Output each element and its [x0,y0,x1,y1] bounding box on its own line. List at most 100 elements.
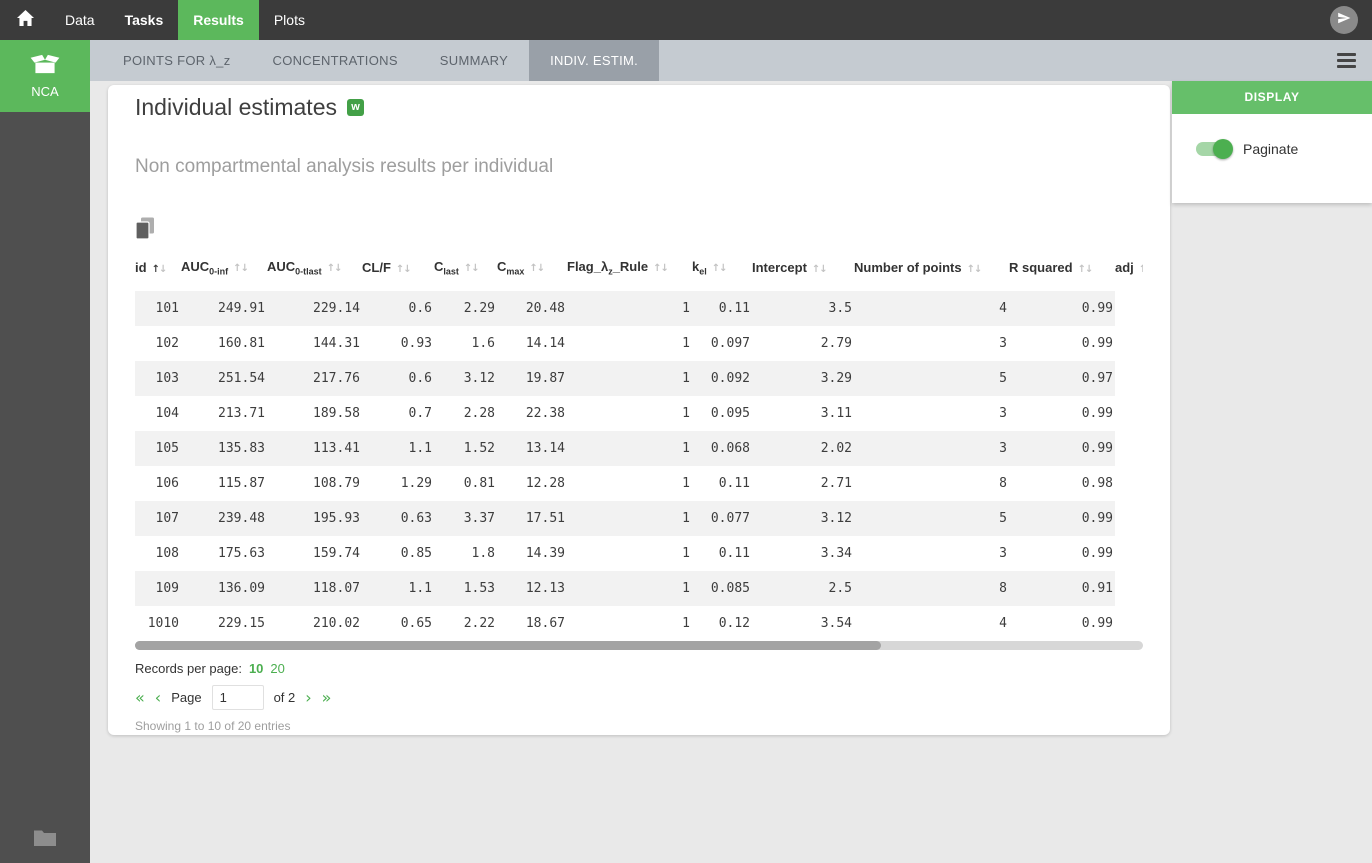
table-cell: 0.068 [710,440,750,456]
table-cell: 0.99 [1081,545,1113,561]
app-window: Data Tasks Results Plots NCA POINTS FOR … [0,0,1372,863]
column-header-r-squared[interactable]: R squared ↑↓ [1009,246,1115,291]
table-cell: 0.6 [408,370,432,386]
table-cell: 144.31 [313,335,360,351]
table-row: 109 136.09 118.07 1.1 1.53 12.13 1 0.085 2.5 8 0.9… [135,570,1143,606]
column-header-id[interactable]: id ↑↓ [135,246,181,291]
sort-icon[interactable]: ↑↓ [529,263,545,274]
table-cell: 0.93 [400,335,432,351]
prev-page-icon[interactable]: ‹ [155,689,161,706]
sort-icon[interactable]: ↑↓ [152,264,168,275]
tab-points-for-lambda-z[interactable]: POINTS FOR λ_z [102,40,252,81]
paper-plane-icon [1337,11,1351,30]
table-cell: 18.67 [525,615,565,631]
sort-icon[interactable]: ↑↓ [967,264,983,275]
table-cell: 0.81 [463,475,495,491]
sort-icon[interactable]: ↑↓ [653,263,669,274]
paginate-toggle-knob [1213,139,1233,159]
page-size-20[interactable]: 20 [270,661,284,676]
copy-icon[interactable] [135,217,157,240]
records-per-page-label: Records per page: [135,660,242,676]
column-header-intercept[interactable]: Intercept ↑↓ [752,246,854,291]
page-number-input[interactable] [211,685,264,711]
table-cell: 0.85 [400,545,432,561]
module-badge-nca[interactable]: NCA [0,40,90,112]
column-header-number-of-points[interactable]: Number of points ↑↓ [854,246,1009,291]
table-cell: 210.02 [313,615,360,631]
table-cell: 3 [999,335,1007,351]
table-row: 108 175.63 159.74 0.85 1.8 14.39 1 0.11 3.34 3 0.9… [135,536,1143,571]
table-cell: 0.097 [710,335,750,351]
table-cell: 108.79 [313,475,360,491]
table-cell: 0.7 [408,405,432,421]
last-page-icon[interactable]: » [322,689,332,706]
main-nav: Data Tasks Results Plots [50,0,320,40]
table-row: 104 213.71 189.58 0.7 2.28 22.38 1 0.095 3.11 3 0.… [135,396,1143,431]
page-of-label: of 2 [273,690,296,706]
table-cell: 19.87 [525,370,565,386]
table-cell: 239.48 [218,510,265,526]
box-open-icon [30,53,60,79]
sort-icon[interactable]: ↑↓ [1139,264,1143,275]
first-page-icon[interactable]: « [135,689,145,706]
table-cell: 1 [682,615,690,631]
sort-icon[interactable]: ↑↓ [1078,264,1094,275]
paginate-toggle-label: Paginate [1243,141,1299,157]
menu-hamburger-icon[interactable] [1337,50,1356,72]
sort-icon[interactable]: ↑↓ [712,263,728,274]
word-export-icon[interactable]: w [347,98,364,116]
table-cell: 0.99 [1081,300,1113,316]
table-cell: 251.54 [218,370,265,386]
sort-icon[interactable]: ↑↓ [233,263,249,274]
nav-item-data[interactable]: Data [50,0,110,40]
folder-icon[interactable] [34,829,56,851]
sort-icon[interactable]: ↑↓ [327,263,343,274]
table-cell: 1.8 [471,545,495,561]
table-row: 105 135.83 113.41 1.1 1.52 13.14 1 0.068 2.02 3 0.… [135,430,1143,466]
table-cell: 160.81 [218,335,265,351]
table-cell: 1.52 [463,440,495,456]
paginate-toggle[interactable] [1196,139,1233,159]
horizontal-scrollbar[interactable] [135,640,1143,650]
table-cell: 3 [999,405,1007,421]
sort-icon[interactable]: ↑↓ [396,264,412,275]
tab-indiv-estim[interactable]: INDIV. ESTIM. [529,40,660,81]
table-cell: 0.99 [1081,615,1113,631]
table-cell: 0.91 [1081,580,1113,596]
table-cell: 1.6 [471,335,495,351]
table-cell: 20.48 [525,300,565,316]
column-header-cl-f[interactable]: CL/F ↑↓ [362,246,434,291]
sort-icon[interactable]: ↑↓ [464,263,480,274]
display-panel-header: DISPLAY [1172,81,1372,114]
column-header-adj[interactable]: adj↑↓ [1115,246,1143,291]
table-cell: 108 [155,545,179,561]
home-button[interactable] [0,0,50,40]
table-cell: 0.98 [1081,475,1113,491]
table-cell: 1.1 [408,580,432,596]
column-header-auc-0-tlast[interactable]: AUC0-tlast ↑↓ [267,246,362,291]
table-cell: 5 [999,510,1007,526]
sort-icon[interactable]: ↑↓ [812,264,828,275]
column-header-c-max[interactable]: Cmax ↑↓ [497,246,567,291]
table-cell: 1.29 [400,475,432,491]
column-header-flag-lambda-z-rule[interactable]: Flag_λz_Rule ↑↓ [567,246,692,291]
scrollbar-thumb[interactable] [135,640,881,650]
table-cell: 118.07 [313,580,360,596]
tab-concentrations[interactable]: CONCENTRATIONS [252,40,419,81]
nav-item-results[interactable]: Results [178,0,259,40]
table-row: 103 251.54 217.76 0.6 3.12 19.87 1 0.092 3.29 5 0.… [135,360,1143,396]
feedback-send-button[interactable] [1330,6,1358,34]
column-header-auc-0-inf[interactable]: AUC0-inf ↑↓ [181,246,267,291]
column-header-k-el[interactable]: kel ↑↓ [692,246,752,291]
table-container: id ↑↓ AUC0-inf ↑↓ AUC0-tlast ↑↓ CL/F ↑↓ Clast ↑↓ C… [135,246,1143,641]
nav-item-tasks[interactable]: Tasks [110,0,179,40]
table-cell: 1 [682,335,690,351]
column-header-c-last[interactable]: Clast ↑↓ [434,246,497,291]
tab-summary[interactable]: SUMMARY [419,40,529,81]
page-size-10[interactable]: 10 [249,661,263,676]
table-cell: 1.1 [408,440,432,456]
next-page-icon[interactable]: › [305,689,311,706]
results-table: id ↑↓ AUC0-inf ↑↓ AUC0-tlast ↑↓ CL/F ↑↓ Clast ↑↓ C… [135,246,1143,641]
nav-item-plots[interactable]: Plots [259,0,320,40]
table-cell: 159.74 [313,545,360,561]
